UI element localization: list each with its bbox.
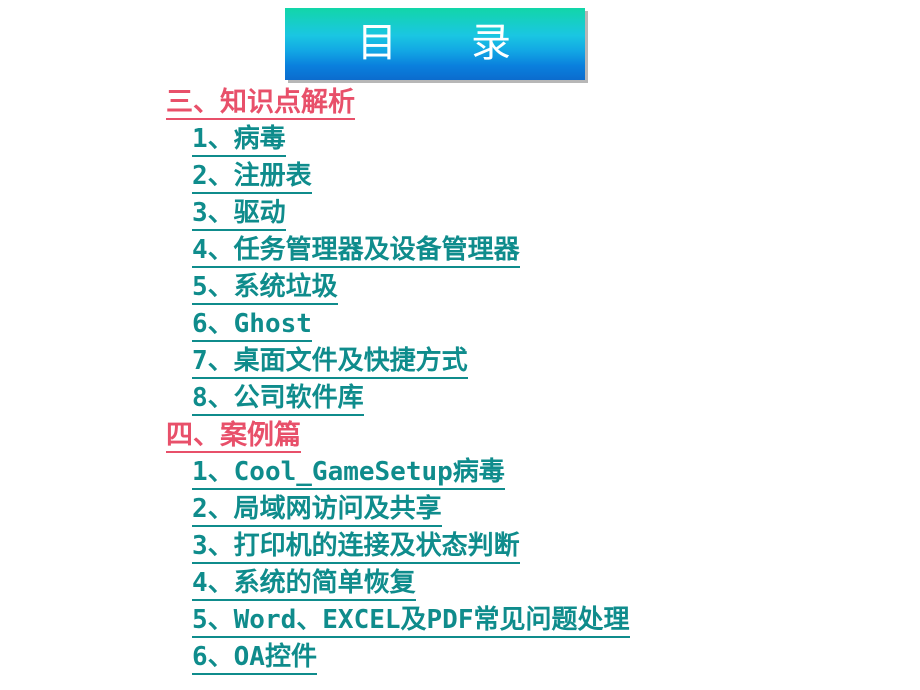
toc-section-heading: 四、案例篇 xyxy=(0,419,920,456)
toc-link-label[interactable]: 2、局域网访问及共享 xyxy=(192,493,442,527)
toc-link-label[interactable]: 4、系统的简单恢复 xyxy=(192,567,416,601)
toc-link-label[interactable]: 4、任务管理器及设备管理器 xyxy=(192,234,520,268)
toc-link-label[interactable]: 3、驱动 xyxy=(192,197,286,231)
slide-title-text: 目 录 xyxy=(357,20,513,65)
toc-link-item[interactable]: 3、打印机的连接及状态判断 xyxy=(0,530,920,567)
toc-section-heading: 三、知识点解析 xyxy=(0,86,920,123)
toc-link-item[interactable]: 3、驱动 xyxy=(0,197,920,234)
toc-link-label[interactable]: 6、Ghost xyxy=(192,308,312,342)
toc-link-item[interactable]: 4、任务管理器及设备管理器 xyxy=(0,234,920,271)
toc-link-item[interactable]: 7、桌面文件及快捷方式 xyxy=(0,345,920,382)
toc-link-label[interactable]: 1、病毒 xyxy=(192,123,286,157)
toc-link-label[interactable]: 8、公司软件库 xyxy=(192,382,364,416)
toc-link-item[interactable]: 8、公司软件库 xyxy=(0,382,920,419)
presentation-slide: 目 录 三、知识点解析 1、病毒 2、注册表 3、驱动 4、任务管理器及设备管理器 5、系… xyxy=(0,0,920,690)
toc-link-label[interactable]: 7、桌面文件及快捷方式 xyxy=(192,345,468,379)
toc-link-item[interactable]: 5、系统垃圾 xyxy=(0,271,920,308)
toc-section-label: 四、案例篇 xyxy=(166,419,301,453)
toc-section-label: 三、知识点解析 xyxy=(166,86,355,120)
toc-link-item[interactable]: 6、Ghost xyxy=(0,308,920,345)
toc-link-label[interactable]: 5、系统垃圾 xyxy=(192,271,338,305)
table-of-contents: 三、知识点解析 1、病毒 2、注册表 3、驱动 4、任务管理器及设备管理器 5、系统垃圾 6… xyxy=(0,86,920,678)
toc-link-item[interactable]: 5、Word、EXCEL及PDF常见问题处理 xyxy=(0,604,920,641)
toc-link-item[interactable]: 2、局域网访问及共享 xyxy=(0,493,920,530)
toc-link-item[interactable]: 6、OA控件 xyxy=(0,641,920,678)
toc-link-item[interactable]: 1、Cool_GameSetup病毒 xyxy=(0,456,920,493)
toc-link-label[interactable]: 6、OA控件 xyxy=(192,641,317,675)
toc-link-item[interactable]: 1、病毒 xyxy=(0,123,920,160)
toc-link-label[interactable]: 1、Cool_GameSetup病毒 xyxy=(192,456,505,490)
toc-link-label[interactable]: 5、Word、EXCEL及PDF常见问题处理 xyxy=(192,604,630,638)
toc-link-label[interactable]: 2、注册表 xyxy=(192,160,312,194)
toc-link-label[interactable]: 3、打印机的连接及状态判断 xyxy=(192,530,520,564)
toc-link-item[interactable]: 4、系统的简单恢复 xyxy=(0,567,920,604)
toc-link-item[interactable]: 2、注册表 xyxy=(0,160,920,197)
slide-title-banner: 目 录 xyxy=(285,8,585,80)
